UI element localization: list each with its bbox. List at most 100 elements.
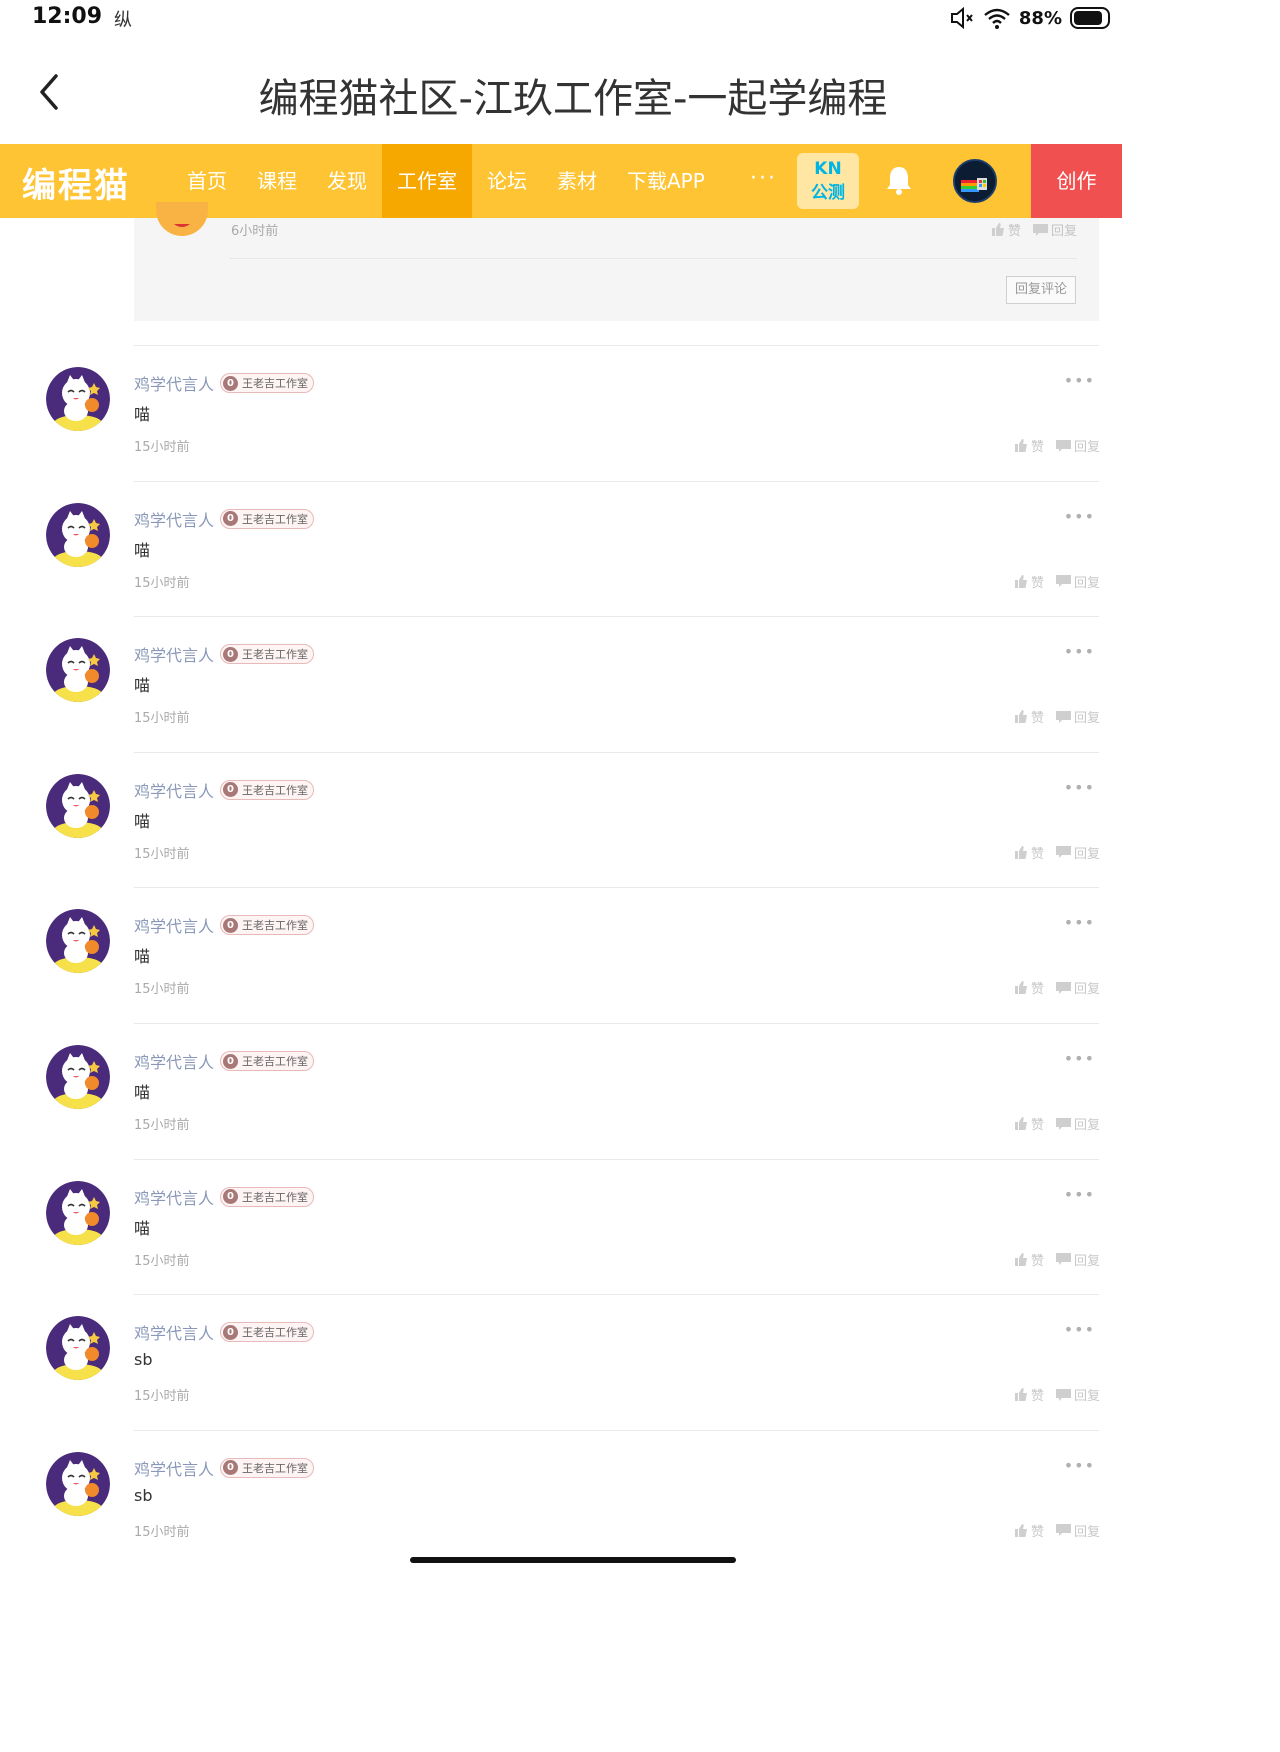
comment-icon — [1032, 223, 1048, 236]
reply-button[interactable]: 回复 — [1055, 436, 1100, 455]
commenter-name[interactable]: 鸡学代言人 — [134, 1456, 214, 1480]
like-button[interactable]: 赞 — [1014, 707, 1044, 726]
kn-beta-button[interactable]: KN 公测 — [797, 153, 859, 209]
nav-item[interactable]: 下载APP — [612, 144, 720, 218]
studio-tag[interactable]: 0 王老吉工作室 — [220, 1051, 314, 1071]
commenter-avatar[interactable] — [46, 367, 110, 431]
reply-reply-button[interactable]: 回复 — [1032, 220, 1077, 239]
commenter-name[interactable]: 鸡学代言人 — [134, 913, 214, 937]
level-badge: 0 — [223, 646, 238, 662]
studio-tag[interactable]: 0 王老吉工作室 — [220, 1186, 314, 1207]
studio-tag[interactable]: 0 王老吉工作室 — [220, 1457, 314, 1478]
like-button[interactable]: 赞 — [1014, 1521, 1044, 1540]
like-label: 赞 — [1030, 1118, 1044, 1133]
commenter-avatar[interactable] — [46, 909, 110, 974]
reply-button[interactable]: 回复 — [1055, 1385, 1100, 1405]
like-button[interactable]: 赞 — [1014, 1114, 1044, 1133]
reply-button[interactable]: 回复 — [1055, 1521, 1100, 1540]
nav-item[interactable]: 论坛 — [472, 144, 542, 218]
thumbs-up-icon — [1014, 710, 1027, 724]
reply-button[interactable]: 回复 — [1055, 572, 1100, 591]
commenter-name[interactable]: 鸡学代言人 — [134, 1185, 214, 1209]
more-options-icon[interactable]: ••• — [1064, 1456, 1095, 1475]
commenter-avatar[interactable] — [46, 773, 110, 838]
more-options-icon[interactable]: ••• — [1064, 778, 1095, 797]
site-logo[interactable]: 编程猫 — [22, 158, 130, 207]
studio-name: 王老吉工作室 — [242, 919, 308, 933]
like-button[interactable]: 赞 — [1014, 1250, 1044, 1269]
nav-item[interactable]: 素材 — [542, 144, 612, 218]
commenter-avatar[interactable] — [46, 1180, 110, 1245]
reply-label: 回复 — [1073, 1389, 1100, 1405]
nav-item[interactable]: 课程 — [242, 144, 312, 218]
like-label: 赞 — [1030, 846, 1044, 862]
commenter-avatar[interactable] — [46, 638, 110, 703]
comment-text: 喵 — [134, 405, 151, 424]
reply-button[interactable]: 回复 — [1055, 978, 1100, 997]
comment-time: 15小时前 — [134, 1118, 190, 1133]
reply-button[interactable]: 回复 — [1055, 1114, 1100, 1133]
commenter-name[interactable]: 鸡学代言人 — [134, 1049, 214, 1073]
thumbs-up-icon — [1014, 1388, 1027, 1402]
reply-label: 回复 — [1073, 846, 1100, 862]
reply-button[interactable]: 回复 — [1055, 1250, 1100, 1269]
like-button[interactable]: 赞 — [1014, 843, 1044, 862]
like-button[interactable]: 赞 — [1014, 436, 1044, 455]
comment-item: 鸡学代言人 0 王老吉工作室 喵 15小时前 ••• 赞 回复 — [24, 1023, 1122, 1159]
comment-item: 鸡学代言人 0 王老吉工作室 sb 15小时前 ••• 赞 回复 — [24, 1429, 1122, 1566]
comment-icon — [1055, 710, 1071, 723]
like-button[interactable]: 赞 — [1014, 978, 1044, 997]
comment-text: 喵 — [134, 811, 151, 831]
reply-button[interactable]: 回复 — [1055, 707, 1100, 726]
comment-icon — [1055, 1253, 1071, 1266]
commenter-name[interactable]: 鸡学代言人 — [134, 642, 214, 666]
studio-name: 王老吉工作室 — [242, 1326, 308, 1340]
divider — [134, 887, 1099, 889]
reply-like-button[interactable]: 赞 — [991, 220, 1021, 239]
comment-actions: 赞 回复 — [1014, 978, 1100, 997]
comment-icon — [1055, 981, 1071, 994]
studio-tag[interactable]: 0 王老吉工作室 — [220, 373, 314, 393]
studio-tag[interactable]: 0 王老吉工作室 — [220, 508, 314, 529]
nav-menu: 首页 课程 发现 工作室 论坛 素材 下载APP — [172, 144, 720, 218]
more-options-icon[interactable]: ••• — [1064, 1049, 1095, 1068]
studio-tag[interactable]: 0 王老吉工作室 — [220, 779, 314, 800]
commenter-name[interactable]: 鸡学代言人 — [134, 1320, 214, 1344]
commenter-avatar[interactable] — [46, 1316, 110, 1381]
more-options-icon[interactable]: ••• — [1064, 642, 1095, 661]
more-options-icon[interactable]: ••• — [1064, 507, 1095, 526]
app-header: 编程猫社区-江玖工作室-一起学编程 — [0, 40, 1146, 144]
commenter-avatar[interactable] — [46, 1045, 110, 1109]
studio-name: 王老吉工作室 — [242, 783, 308, 797]
commenter-avatar[interactable] — [46, 1451, 110, 1516]
nav-more-button[interactable]: ··· — [750, 166, 777, 191]
commenter-name[interactable]: 鸡学代言人 — [134, 778, 214, 802]
like-button[interactable]: 赞 — [1014, 572, 1044, 591]
divider — [134, 1023, 1099, 1024]
more-options-icon[interactable]: ••• — [1064, 1185, 1095, 1204]
nav-item[interactable]: 工作室 — [382, 144, 472, 218]
reply-avatar-image-icon — [156, 202, 208, 234]
studio-tag[interactable]: 0 王老吉工作室 — [220, 1322, 314, 1343]
divider — [134, 1158, 1099, 1160]
level-badge: 0 — [223, 511, 238, 527]
thumbs-up-icon — [1014, 981, 1027, 995]
commenter-name[interactable]: 鸡学代言人 — [134, 371, 214, 395]
user-avatar[interactable] — [953, 159, 997, 203]
bell-icon[interactable] — [884, 164, 914, 196]
nav-item[interactable]: 发现 — [312, 144, 382, 218]
divider — [134, 1429, 1099, 1431]
more-options-icon[interactable]: ••• — [1064, 371, 1095, 390]
more-options-icon[interactable]: ••• — [1064, 1320, 1095, 1339]
reply-avatar[interactable] — [156, 202, 208, 236]
commenter-name[interactable]: 鸡学代言人 — [134, 507, 214, 531]
like-button[interactable]: 赞 — [1014, 1385, 1044, 1404]
comment-text: 喵 — [134, 676, 151, 696]
more-options-icon[interactable]: ••• — [1064, 913, 1095, 932]
create-button[interactable]: 创作 — [1031, 144, 1122, 218]
reply-comment-button[interactable]: 回复评论 — [1006, 276, 1076, 304]
studio-tag[interactable]: 0 王老吉工作室 — [220, 644, 314, 665]
studio-tag[interactable]: 0 王老吉工作室 — [220, 915, 314, 936]
reply-button[interactable]: 回复 — [1055, 843, 1100, 862]
commenter-avatar[interactable] — [46, 502, 110, 567]
